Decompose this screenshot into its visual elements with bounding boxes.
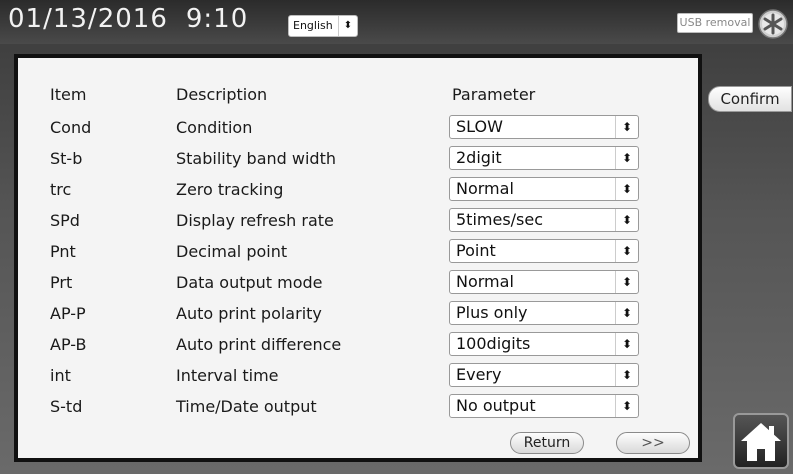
- table-row: SPd Display refresh rate 5times/sec ⬍: [18, 208, 698, 235]
- item-code: S-td: [50, 397, 83, 416]
- item-code: Pnt: [50, 242, 76, 261]
- up-down-arrow-icon: ⬍: [615, 209, 638, 231]
- item-description: Zero tracking: [176, 180, 284, 199]
- column-header-item: Item: [50, 85, 87, 104]
- select-value: 5times/sec: [456, 210, 544, 229]
- return-button[interactable]: Return: [510, 432, 584, 454]
- parameter-select-ap-b[interactable]: 100digits ⬍: [449, 332, 639, 356]
- select-value: Normal: [456, 179, 514, 198]
- parameter-select-int[interactable]: Every ⬍: [449, 363, 639, 387]
- table-row: AP-B Auto print difference 100digits ⬍: [18, 332, 698, 359]
- select-value: No output: [456, 396, 536, 415]
- select-value: Plus only: [456, 303, 528, 322]
- item-description: Interval time: [176, 366, 279, 385]
- item-code: Prt: [50, 273, 73, 292]
- usb-removal-button[interactable]: USB removal: [677, 13, 753, 33]
- parameter-select-pnt[interactable]: Point ⬍: [449, 239, 639, 263]
- usb-removal-icon[interactable]: [757, 8, 789, 40]
- date-text: 01/13/2016: [8, 4, 168, 34]
- item-code: SPd: [50, 211, 80, 230]
- item-description: Auto print difference: [176, 335, 342, 354]
- parameter-select-trc[interactable]: Normal ⬍: [449, 177, 639, 201]
- column-header-parameter: Parameter: [452, 85, 536, 104]
- time-text: 9:10: [185, 4, 249, 34]
- up-down-arrow-icon: ⬍: [615, 178, 638, 200]
- table-row: S-td Time/Date output No output ⬍: [18, 394, 698, 421]
- up-down-arrow-icon: ⬍: [615, 395, 638, 417]
- item-code: St-b: [50, 149, 83, 168]
- item-description: Display refresh rate: [176, 211, 334, 230]
- up-down-arrow-icon: ⬍: [615, 302, 638, 324]
- parameter-select-prt[interactable]: Normal ⬍: [449, 270, 639, 294]
- select-value: Point: [456, 241, 496, 260]
- item-description: Data output mode: [176, 273, 323, 292]
- parameter-select-spd[interactable]: 5times/sec ⬍: [449, 208, 639, 232]
- table-row: Pnt Decimal point Point ⬍: [18, 239, 698, 266]
- language-value: English: [293, 19, 333, 32]
- parameter-select-s-td[interactable]: No output ⬍: [449, 394, 639, 418]
- datetime-display: 01/13/2016 9:10: [8, 4, 248, 34]
- table-row: trc Zero tracking Normal ⬍: [18, 177, 698, 204]
- up-down-arrow-icon: ⬍: [615, 271, 638, 293]
- language-select[interactable]: English ⬍: [288, 15, 358, 37]
- table-header: Item Description Parameter: [18, 82, 698, 109]
- item-description: Decimal point: [176, 242, 288, 261]
- parameter-select-st-b[interactable]: 2digit ⬍: [449, 146, 639, 170]
- table-row: int Interval time Every ⬍: [18, 363, 698, 390]
- item-code: int: [50, 366, 71, 385]
- column-header-description: Description: [176, 85, 268, 104]
- select-value: 2digit: [456, 148, 502, 167]
- up-down-arrow-icon: ⬍: [615, 364, 638, 386]
- parameter-select-ap-p[interactable]: Plus only ⬍: [449, 301, 639, 325]
- home-button[interactable]: [733, 413, 789, 469]
- next-page-button[interactable]: >>: [616, 432, 690, 454]
- item-description: Time/Date output: [176, 397, 317, 416]
- up-down-arrow-icon: ⬍: [615, 116, 638, 138]
- up-down-arrow-icon: ⬍: [615, 333, 638, 355]
- item-description: Stability band width: [176, 149, 336, 168]
- select-value: Every: [456, 365, 502, 384]
- select-value: 100digits: [456, 334, 531, 353]
- item-code: AP-B: [50, 335, 87, 354]
- table-row: Cond Condition SLOW ⬍: [18, 115, 698, 142]
- table-row: AP-P Auto print polarity Plus only ⬍: [18, 301, 698, 328]
- item-code: Cond: [50, 118, 92, 137]
- item-code: AP-P: [50, 304, 86, 323]
- confirm-button[interactable]: Confirm: [708, 86, 792, 112]
- table-row: Prt Data output mode Normal ⬍: [18, 270, 698, 297]
- up-down-arrow-icon: ⬍: [615, 147, 638, 169]
- item-description: Auto print polarity: [176, 304, 322, 323]
- item-code: trc: [50, 180, 72, 199]
- select-value: Normal: [456, 272, 514, 291]
- home-icon: [741, 423, 781, 461]
- up-down-arrow-icon: ⬍: [338, 16, 357, 36]
- settings-panel: Item Description Parameter Cond Conditio…: [14, 54, 702, 462]
- item-description: Condition: [176, 118, 253, 137]
- header-bar: 01/13/2016 9:10 English ⬍ USB removal: [0, 0, 793, 44]
- table-row: St-b Stability band width 2digit ⬍: [18, 146, 698, 173]
- parameter-select-cond[interactable]: SLOW ⬍: [449, 115, 639, 139]
- select-value: SLOW: [456, 117, 503, 136]
- up-down-arrow-icon: ⬍: [615, 240, 638, 262]
